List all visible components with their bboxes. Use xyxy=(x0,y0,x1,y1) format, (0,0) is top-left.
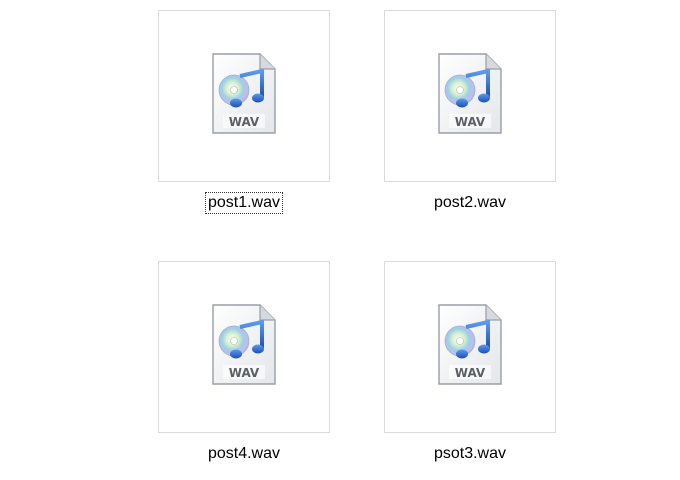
file-name-label[interactable]: post2.wav xyxy=(431,192,509,214)
file-name-label[interactable]: post1.wav xyxy=(204,192,284,214)
file-thumbnail[interactable] xyxy=(158,10,330,182)
wav-audio-file-icon xyxy=(436,303,504,387)
file-thumbnail[interactable] xyxy=(158,261,330,433)
wav-audio-file-icon xyxy=(210,303,278,387)
wav-audio-file-icon xyxy=(210,52,278,136)
file-name-label[interactable]: psot3.wav xyxy=(431,443,509,465)
wav-audio-file-icon xyxy=(436,52,504,136)
file-thumbnail[interactable] xyxy=(384,261,556,433)
file-name-label[interactable]: post4.wav xyxy=(205,443,283,465)
file-thumbnail[interactable] xyxy=(384,10,556,182)
